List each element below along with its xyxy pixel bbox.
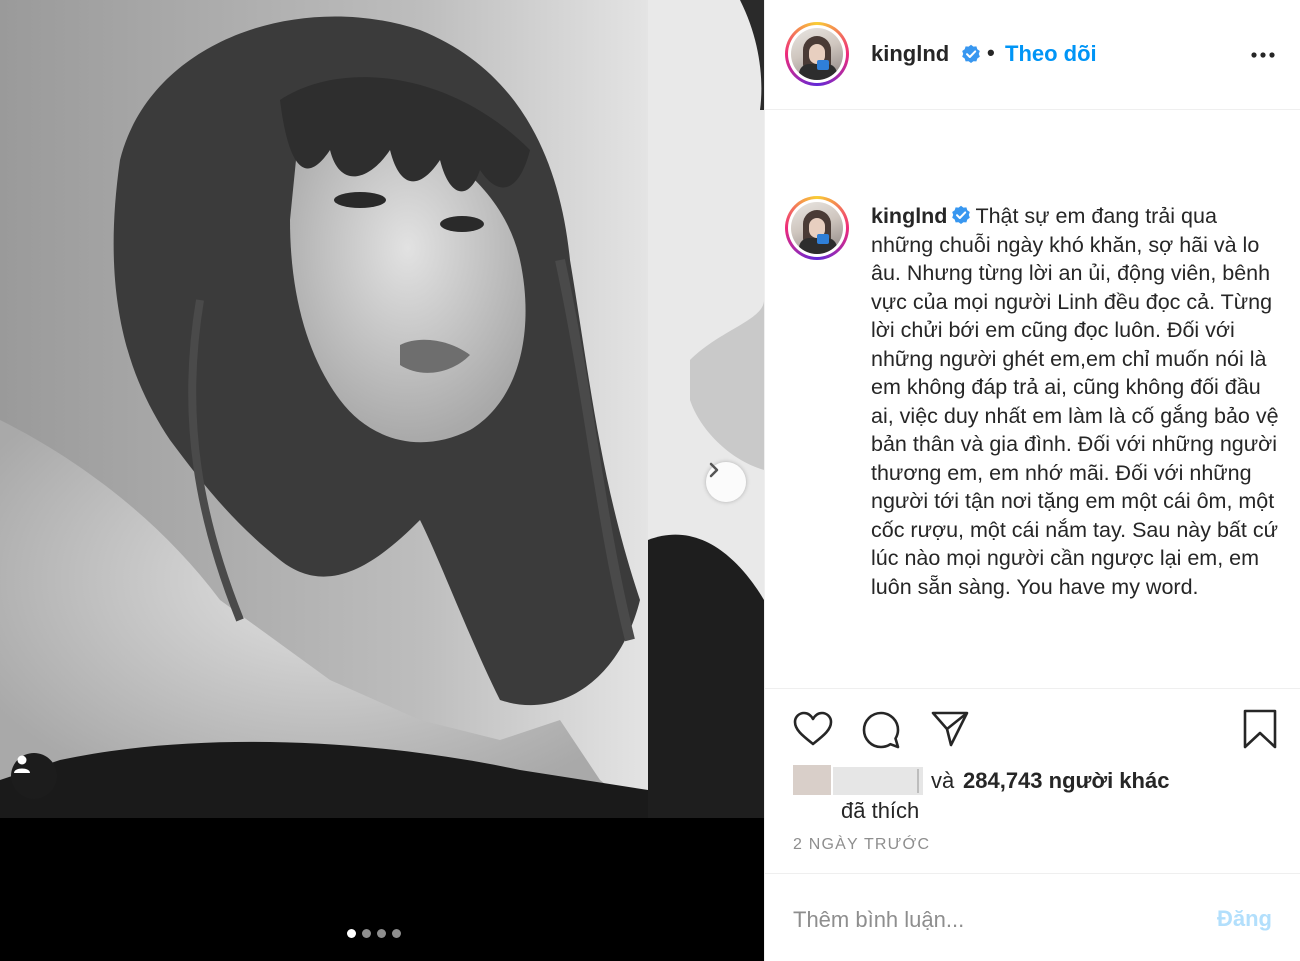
comment-form: Đăng <box>765 873 1300 961</box>
comment-input[interactable] <box>793 904 1173 936</box>
post-comment-button[interactable]: Đăng <box>1217 906 1272 932</box>
tagged-users-button[interactable] <box>11 753 57 799</box>
carousel-indicator <box>347 929 401 938</box>
author-avatar[interactable] <box>785 22 849 86</box>
post-header: kinglnd • Theo dõi <box>765 0 1300 110</box>
post-photo[interactable] <box>0 0 764 818</box>
post-media <box>0 0 764 961</box>
caption-text: kinglnd Thật sự em đang trải qua những ch… <box>871 202 1283 601</box>
heart-icon[interactable] <box>793 711 833 747</box>
carousel-dot <box>377 929 386 938</box>
likes-suffix-text: đã thích <box>841 798 920 823</box>
chevron-right-icon <box>709 462 719 478</box>
more-options-icon[interactable] <box>1251 50 1275 60</box>
carousel-dot <box>362 929 371 938</box>
likes-and-text: và <box>931 768 955 793</box>
likes-count-link[interactable]: 284,743 người khác <box>963 768 1169 794</box>
comment-icon[interactable] <box>862 711 900 749</box>
post-timestamp[interactable]: 2 NGÀY TRƯỚC <box>793 836 930 854</box>
carousel-dot <box>392 929 401 938</box>
caption-author-avatar[interactable] <box>785 196 849 260</box>
post-actions: và 284,743 người khác đã thích 2 NGÀY TR… <box>765 688 1300 873</box>
post-details-panel: kinglnd • Theo dõi kinglnd Thật sự em đan… <box>764 0 1300 961</box>
liker-name-redacted[interactable] <box>833 767 923 795</box>
carousel-dot-active <box>347 929 356 938</box>
liker-avatar-redacted[interactable] <box>793 765 831 795</box>
separator-dot: • <box>987 40 995 65</box>
follow-button[interactable]: Theo dõi <box>1005 41 1097 67</box>
verified-badge-icon <box>962 44 980 63</box>
caption-username[interactable]: kinglnd <box>871 204 947 228</box>
verified-badge-icon <box>952 206 971 225</box>
caption-body: Thật sự em đang trải qua những chuỗi ngà… <box>871 204 1279 599</box>
photo-illustration <box>0 0 764 818</box>
next-slide-button[interactable] <box>706 462 746 502</box>
bookmark-icon[interactable] <box>1243 709 1277 749</box>
author-username[interactable]: kinglnd <box>871 41 949 67</box>
user-tag-icon <box>14 755 30 773</box>
share-icon[interactable] <box>931 711 969 747</box>
